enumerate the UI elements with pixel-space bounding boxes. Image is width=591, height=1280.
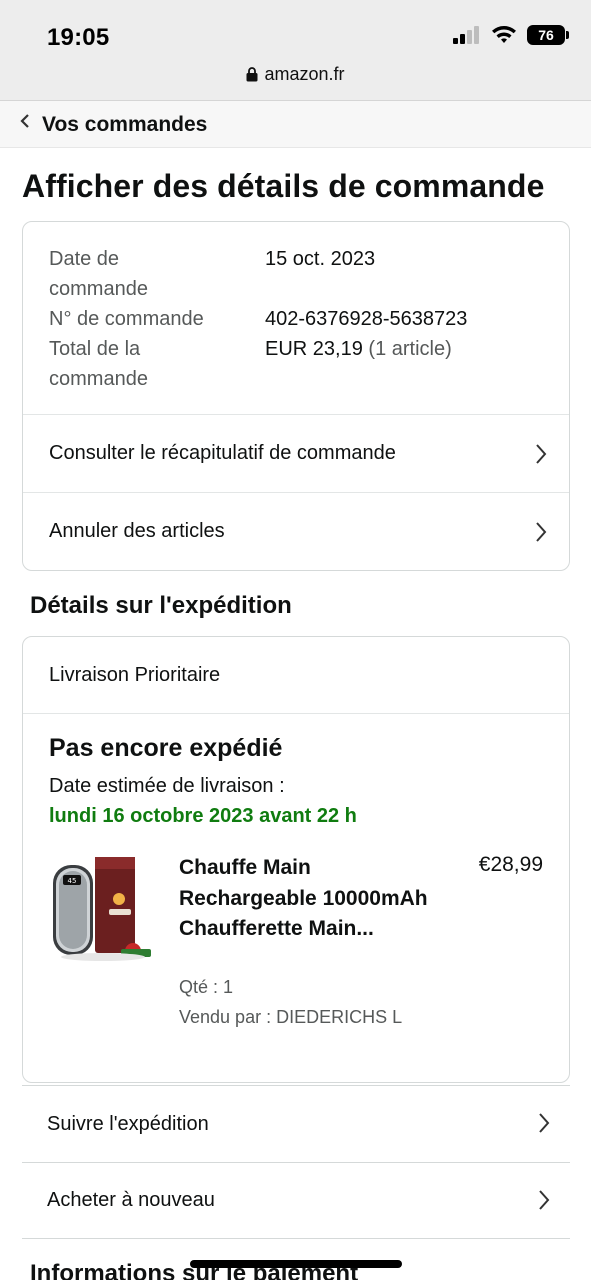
shipping-method: Livraison Prioritaire bbox=[23, 637, 569, 714]
shipment-card: Livraison Prioritaire Pas encore expédié… bbox=[22, 636, 570, 1083]
shipment-body: Pas encore expédié Date estimée de livra… bbox=[23, 714, 569, 1083]
lock-icon bbox=[246, 67, 258, 82]
order-date-value: 15 oct. 2023 bbox=[265, 248, 376, 270]
order-number-value: 402-6376928-5638723 bbox=[265, 308, 468, 330]
order-number-row: N° de commande 402-6376928-5638723 bbox=[49, 304, 543, 334]
order-item-count: (1 article) bbox=[368, 338, 452, 360]
order-summary: Date de commande 15 oct. 2023 N° de comm… bbox=[23, 222, 569, 414]
product-seller: Vendu par : DIEDERICHS L bbox=[179, 1007, 403, 1027]
delivery-estimate-label: Date estimée de livraison : bbox=[49, 775, 285, 797]
cancel-items-label: Annuler des articles bbox=[49, 520, 225, 542]
order-total-row: Total de la commande EUR 23,19 (1 articl… bbox=[49, 334, 543, 394]
order-date-row: Date de commande 15 oct. 2023 bbox=[49, 244, 543, 304]
buy-again-label: Acheter à nouveau bbox=[47, 1189, 215, 1211]
url-bar[interactable]: amazon.fr bbox=[0, 64, 591, 85]
cancel-items-link[interactable]: Annuler des articles bbox=[23, 492, 569, 570]
cellular-signal-icon bbox=[453, 26, 479, 44]
back-navigation[interactable]: Vos commandes bbox=[0, 100, 591, 148]
order-number-label: N° de commande bbox=[49, 308, 204, 330]
product-image[interactable]: 45 bbox=[49, 853, 157, 963]
browser-top-bar: 19:05 76 amazon.fr bbox=[0, 0, 591, 100]
view-order-summary-link[interactable]: Consulter le récapitulatif de commande bbox=[23, 414, 569, 492]
view-order-summary-label: Consulter le récapitulatif de commande bbox=[49, 442, 396, 464]
buy-again-link[interactable]: Acheter à nouveau bbox=[22, 1162, 570, 1239]
order-item: 45 Chauffe Main Rechargeable 10000mAh Ch… bbox=[49, 853, 543, 1043]
delivery-estimate-date: lundi 16 octobre 2023 avant 22 h bbox=[49, 805, 357, 827]
order-total-value: EUR 23,19 (1 article) bbox=[265, 338, 452, 360]
battery-indicator: 76 bbox=[527, 25, 569, 45]
order-total-label: Total de la commande bbox=[49, 338, 148, 390]
shipment-status: Pas encore expédié bbox=[49, 734, 283, 762]
chevron-right-icon bbox=[536, 444, 547, 464]
product-price: €28,99 bbox=[478, 853, 543, 876]
status-icons: 76 bbox=[453, 25, 569, 45]
track-shipment-label: Suivre l'expédition bbox=[47, 1112, 209, 1135]
url-text: amazon.fr bbox=[264, 64, 345, 84]
status-time: 19:05 bbox=[47, 24, 110, 51]
order-date-label: Date de commande bbox=[49, 248, 148, 300]
track-shipment-link[interactable]: Suivre l'expédition bbox=[22, 1085, 570, 1162]
wifi-icon bbox=[492, 26, 516, 43]
chevron-right-icon bbox=[536, 522, 547, 542]
chevron-right-icon bbox=[539, 1113, 550, 1133]
page-title: Afficher des détails de commande bbox=[22, 168, 545, 204]
order-summary-card: Date de commande 15 oct. 2023 N° de comm… bbox=[22, 221, 570, 571]
chevron-right-icon bbox=[539, 1190, 550, 1210]
product-quantity: Qté : 1 bbox=[179, 977, 234, 997]
product-title-link[interactable]: Chauffe Main Rechargeable 10000mAh Chauf… bbox=[179, 853, 439, 945]
back-link-label[interactable]: Vos commandes bbox=[42, 113, 207, 137]
shipping-section-title: Détails sur l'expédition bbox=[30, 592, 292, 619]
chevron-left-icon bbox=[20, 114, 29, 128]
home-indicator[interactable] bbox=[190, 1260, 402, 1268]
svg-text:45: 45 bbox=[68, 877, 77, 885]
